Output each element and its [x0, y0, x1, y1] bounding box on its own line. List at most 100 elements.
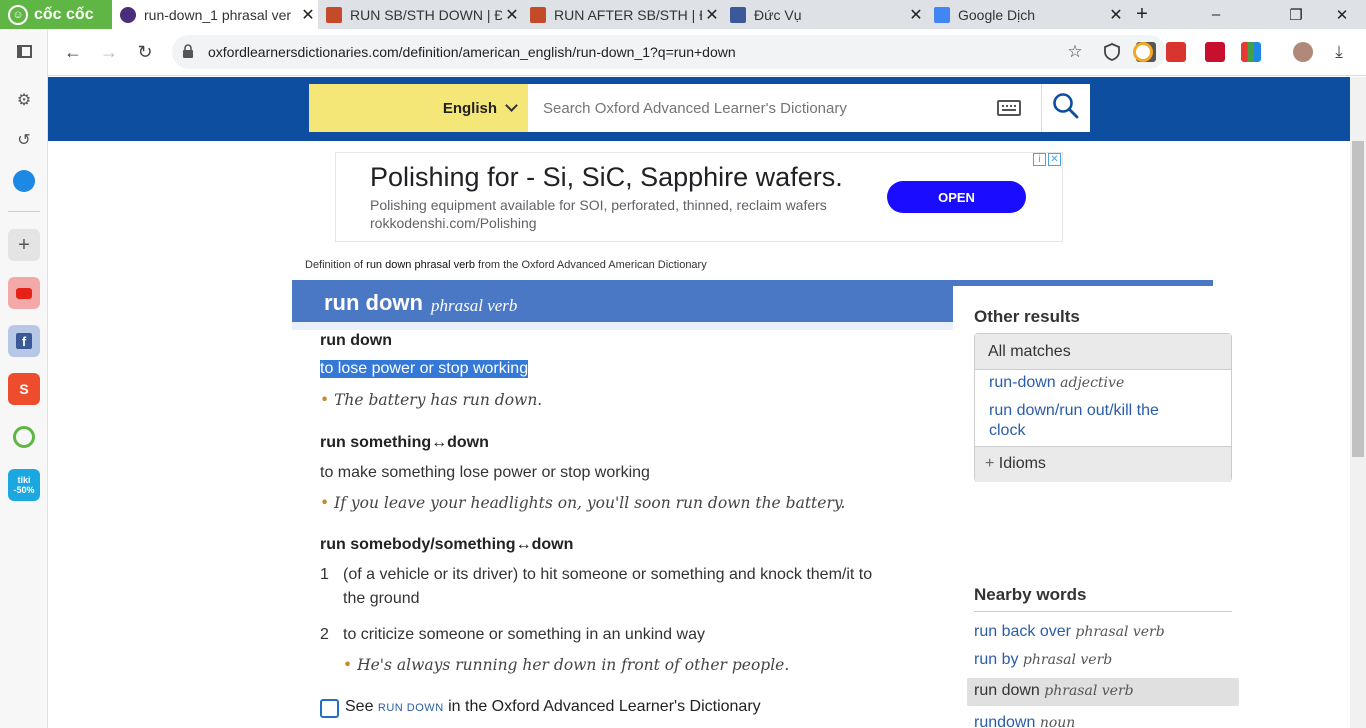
part-of-speech: phrasal verb	[431, 296, 518, 315]
history-button[interactable]: ↺	[8, 124, 40, 156]
nearby-word-link[interactable]: run by phrasal verb	[974, 651, 1112, 669]
nearby-word: run by	[974, 651, 1019, 668]
sense-number: 2	[320, 626, 329, 643]
history-icon: ↺	[17, 132, 31, 149]
entry-strip	[292, 322, 953, 330]
tiki-shortcut[interactable]: tiki -50%	[8, 469, 40, 501]
tab-run-sb-sth-down[interactable]: RUN SB/STH DOWN | Đ ✕	[318, 0, 522, 29]
extension-color-icon[interactable]	[1241, 42, 1261, 62]
nearby-word-current[interactable]: run down phrasal verb	[974, 682, 1134, 700]
download-icon[interactable]: ⤓	[1329, 42, 1349, 62]
google-translate-favicon-icon	[934, 6, 950, 23]
youtube-shortcut[interactable]	[8, 277, 40, 309]
match-link[interactable]: run-down adjective	[989, 374, 1124, 392]
arrow-right-icon: →	[100, 41, 118, 62]
see-also-link[interactable]: See RUN DOWN in the Oxford Advanced Lear…	[345, 698, 761, 716]
nearby-words-heading: Nearby words	[974, 585, 1087, 604]
search-input[interactable]	[529, 84, 989, 132]
ad-open-button[interactable]: OPEN	[887, 181, 1026, 213]
external-link-icon[interactable]	[320, 699, 339, 718]
messenger-button[interactable]	[8, 165, 40, 197]
idioms-toggle[interactable]: + Idioms	[975, 446, 1231, 482]
see-term[interactable]: RUN DOWN	[378, 702, 444, 714]
idiom-heading: run down	[320, 332, 392, 349]
tab-title: RUN AFTER SB/STH | Đ	[554, 6, 702, 23]
ad-close-icon[interactable]: ✕	[1048, 153, 1061, 166]
shopee-icon: S	[19, 381, 29, 397]
tab-run-after[interactable]: RUN AFTER SB/STH | Đ ✕	[522, 0, 722, 29]
nearby-word: run down	[974, 682, 1040, 699]
restore-button[interactable]: ❐	[1276, 0, 1316, 29]
cambridge-favicon-icon	[326, 6, 342, 23]
scrollbar-thumb[interactable]	[1352, 141, 1364, 457]
idiom-heading: run somebody/something↔down	[320, 536, 574, 553]
crumb-suffix: from the Oxford Advanced American Dictio…	[475, 259, 707, 271]
right-sidebar: Other results All matches run-down adjec…	[953, 286, 1250, 728]
shopee-shortcut[interactable]: S	[8, 373, 40, 405]
close-tab-icon[interactable]: ✕	[502, 5, 522, 25]
close-tab-icon[interactable]: ✕	[906, 5, 926, 25]
nearby-word-link[interactable]: run back over phrasal verb	[974, 623, 1165, 641]
match-link[interactable]: run down/run out/kill the	[989, 402, 1159, 420]
reload-button[interactable]: ↻	[132, 39, 158, 65]
nearby-word-link[interactable]: rundown noun	[974, 714, 1075, 728]
close-window-button[interactable]: ✕	[1322, 0, 1362, 29]
sidebar-toggle-button[interactable]	[8, 35, 40, 67]
extension-coccoc-icon[interactable]	[1133, 42, 1153, 62]
ad-choices[interactable]: i ✕	[1031, 153, 1061, 167]
address-bar[interactable]: oxfordlearnersdictionaries.com/definitio…	[172, 35, 1166, 69]
results-box: All matches run-down adjective run down/…	[974, 333, 1232, 482]
add-shortcut-button[interactable]: +	[8, 229, 40, 261]
url-text[interactable]: oxfordlearnersdictionaries.com/definitio…	[208, 44, 736, 60]
chevron-down-icon	[505, 99, 518, 112]
advertisement[interactable]: i ✕ Polishing for - Si, SiC, Sapphire wa…	[335, 152, 1063, 242]
app-shortcut[interactable]	[8, 421, 40, 453]
restore-icon: ❐	[1289, 6, 1303, 24]
language-label: English	[442, 99, 497, 117]
other-results-heading: Other results	[974, 307, 1080, 326]
example-text: He's always running her down in front of…	[357, 656, 790, 674]
profile-avatar[interactable]	[1293, 42, 1313, 62]
new-tab-button[interactable]: +	[1122, 0, 1162, 29]
bullet-icon: •	[343, 656, 358, 674]
ad-info-icon[interactable]: i	[1033, 153, 1046, 166]
nearby-divider	[974, 611, 1232, 612]
nearby-pos: phrasal verb	[1044, 683, 1134, 699]
shield-icon[interactable]	[1102, 42, 1122, 62]
coccoc-menu-button[interactable]: ☺ cốc cốc	[0, 0, 112, 29]
nearby-pos: phrasal verb	[1022, 652, 1113, 668]
tab-title: run-down_1 phrasal ver	[144, 6, 292, 23]
page-scrollbar[interactable]	[1350, 77, 1366, 728]
entry-header: run down phrasal verb	[292, 280, 953, 322]
tab-facebook[interactable]: Đức Vụ ✕	[722, 0, 926, 29]
bookmark-star-icon[interactable]: ☆	[1065, 42, 1085, 62]
extension-red-icon[interactable]	[1205, 42, 1225, 62]
tab-oxford[interactable]: run-down_1 phrasal ver ✕	[112, 0, 318, 29]
match-link-continued[interactable]: clock	[989, 422, 1025, 440]
all-matches-tab[interactable]: All matches	[975, 334, 1231, 370]
close-icon: ✕	[1335, 6, 1349, 24]
match-word: run down/run out/kill the	[989, 402, 1159, 419]
back-button[interactable]: ←	[60, 39, 86, 65]
definition-text-continued: the ground	[343, 590, 420, 607]
sidebar-divider	[8, 211, 40, 212]
idioms-label: Idioms	[998, 455, 1046, 472]
minimize-icon: –	[1211, 6, 1221, 23]
ad-headline[interactable]: Polishing for - Si, SiC, Sapphire wafers…	[370, 162, 843, 193]
lock-icon	[182, 44, 194, 58]
minimize-button[interactable]: –	[1196, 0, 1236, 29]
keyboard-icon[interactable]	[997, 100, 1021, 116]
facebook-shortcut[interactable]: f	[8, 325, 40, 357]
youtube-icon	[16, 287, 32, 299]
search-button[interactable]	[1041, 84, 1090, 132]
close-tab-icon[interactable]: ✕	[702, 5, 722, 25]
settings-button[interactable]: ⚙	[8, 84, 40, 116]
language-dropdown[interactable]: English	[309, 84, 528, 132]
sidebar-panel-icon	[16, 44, 32, 58]
oxford-favicon-icon	[120, 6, 136, 23]
definition-text: to make something lose power or stop wor…	[320, 464, 650, 481]
tab-google-translate[interactable]: Google Dịch ✕	[926, 0, 1126, 29]
close-tab-icon[interactable]: ✕	[298, 5, 318, 25]
extension-new-icon[interactable]	[1166, 42, 1186, 62]
forward-button[interactable]: →	[96, 39, 122, 65]
